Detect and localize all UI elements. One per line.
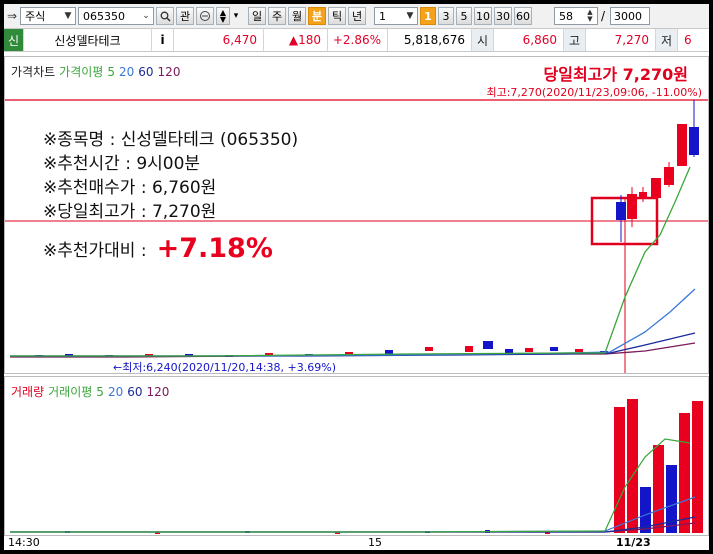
stock-name: 신성델타테크 [24, 29, 152, 51]
ratio-label: ※추천가대비 : [43, 241, 147, 261]
trade-volume: 5,818,676 [388, 29, 472, 51]
chevron-down-icon[interactable]: ▼ [403, 8, 417, 24]
open-label: 시 [472, 29, 494, 51]
daily-high-headline: 당일최고가 7,270원 [543, 65, 689, 84]
market-select-value: 주식 [25, 10, 46, 23]
arrow-right-icon[interactable]: ⇒ [6, 7, 18, 25]
vol-ma5-line [10, 438, 691, 533]
axis-label-1123: 11/23 [616, 536, 651, 549]
info-stock-name: ※종목명 : 신성델타테크 (065350) [43, 130, 299, 150]
quote-bar: 신 신성델타테크 i 6,470 ▲180 +2.86% 5,818,676 시… [4, 29, 709, 52]
low-label: 저 [656, 29, 678, 51]
ma20-line [10, 288, 696, 357]
axis-label-1430: 14:30 [8, 536, 40, 549]
chart-window: ⇒ 주식 ▼ 065350 ⌄ 관 ▲ ▼ ▾ 일 주 월 분 틱 년 1 ▼ 1… [4, 4, 709, 550]
info-daily-high: ※당일최고가 : 7,270원 [43, 202, 217, 222]
info-buy-price: ※추천매수가 : 6,760원 [43, 178, 217, 198]
spin-icon[interactable]: ▲ ▼ [583, 8, 597, 24]
info-ratio-row: ※추천가대비 : +7.18% [43, 233, 273, 264]
change-percent: +2.86% [328, 29, 388, 51]
stock-code-value: 065350 [83, 9, 125, 23]
legend-ma20[interactable]: 20 [119, 65, 134, 79]
interval-60-button[interactable]: 60 [514, 7, 532, 25]
chevron-down-icon[interactable]: ▾ [232, 7, 240, 25]
search-icon[interactable] [156, 7, 174, 25]
high-marker-label: 최고:7,270(2020/11/23,09:06, -11.00%) [486, 86, 702, 99]
stock-code-input[interactable]: 065350 ⌄ [78, 7, 154, 25]
updown-arrows-icon[interactable]: ▲ ▼ [216, 7, 230, 25]
period-year-button[interactable]: 년 [348, 7, 366, 25]
low-marker-label: ←최저:6,240(2020/11/20,14:38, +3.69%) [113, 361, 336, 374]
time-axis: 14:30 15 11/23 [4, 536, 709, 550]
count-stepper[interactable]: 58 ▲ ▼ [554, 7, 598, 25]
interval-select[interactable]: 1 ▼ [374, 7, 418, 25]
volume-legend: 거래량 거래이평 5 20 60 120 [11, 383, 169, 400]
info-recommend-time: ※추천시간 : 9시00분 [43, 154, 201, 174]
max-count-input[interactable]: 3000 [610, 7, 651, 25]
interval-10-button[interactable]: 10 [474, 7, 492, 25]
legend-price-chart[interactable]: 가격차트 [11, 63, 55, 80]
axis-label-15: 15 [368, 536, 382, 549]
interval-1-button[interactable]: 1 [420, 7, 436, 25]
price-legend: 가격차트 가격이평 5 20 60 120 [11, 63, 180, 80]
volume-bars [65, 399, 703, 534]
price-change: ▲180 [264, 29, 328, 51]
price-chart-panel[interactable]: 가격차트 가격이평 5 20 60 120 당일최고가 7,270원 최고:7,… [4, 56, 709, 374]
legend-ma-label[interactable]: 가격이평 [59, 63, 103, 80]
open-price: 6,860 [494, 29, 564, 51]
vol-ma20-line [10, 496, 696, 533]
legend-vol-ma-label[interactable]: 거래이평 [48, 383, 92, 400]
interval-3-button[interactable]: 3 [438, 7, 454, 25]
legend-vol-ma20[interactable]: 20 [108, 385, 123, 399]
legend-vol-ma5[interactable]: 5 [96, 385, 104, 399]
volume-chart-panel[interactable]: 거래량 거래이평 5 20 60 120 [4, 376, 709, 536]
legend-ma120[interactable]: 120 [158, 65, 181, 79]
market-select[interactable]: 주식 ▼ [20, 7, 76, 25]
period-tick-button[interactable]: 틱 [328, 7, 346, 25]
high-label: 고 [564, 29, 586, 51]
count-separator: / [601, 9, 606, 23]
legend-ma60[interactable]: 60 [138, 65, 153, 79]
interval-30-button[interactable]: 30 [494, 7, 512, 25]
legend-vol-ma60[interactable]: 60 [127, 385, 142, 399]
interval-select-value: 1 [379, 9, 386, 23]
low-price: 6 [684, 33, 692, 47]
high-price: 7,270 [586, 29, 656, 51]
volume-chart-canvas [10, 399, 703, 534]
info-button[interactable]: i [152, 29, 174, 51]
interval-5-button[interactable]: 5 [456, 7, 472, 25]
credit-badge: 신 [4, 29, 24, 51]
chevron-down-icon[interactable]: ▼ [61, 8, 75, 24]
chevron-down-icon[interactable]: ⌄ [139, 8, 153, 24]
period-month-button[interactable]: 월 [288, 7, 306, 25]
period-minute-button[interactable]: 분 [308, 7, 326, 25]
toolbar: ⇒ 주식 ▼ 065350 ⌄ 관 ▲ ▼ ▾ 일 주 월 분 틱 년 1 ▼ 1… [4, 4, 709, 29]
legend-vol-ma120[interactable]: 120 [147, 385, 170, 399]
legend-ma5[interactable]: 5 [107, 65, 115, 79]
period-day-button[interactable]: 일 [248, 7, 266, 25]
legend-volume[interactable]: 거래량 [11, 383, 44, 400]
vol-ma60-line [10, 516, 696, 533]
kwan-button[interactable]: 관 [176, 7, 194, 25]
link-icon[interactable] [196, 7, 214, 25]
count-stepper-value: 58 [559, 9, 573, 23]
ratio-value: +7.18% [156, 233, 273, 264]
current-price: 6,470 [174, 29, 264, 51]
period-week-button[interactable]: 주 [268, 7, 286, 25]
